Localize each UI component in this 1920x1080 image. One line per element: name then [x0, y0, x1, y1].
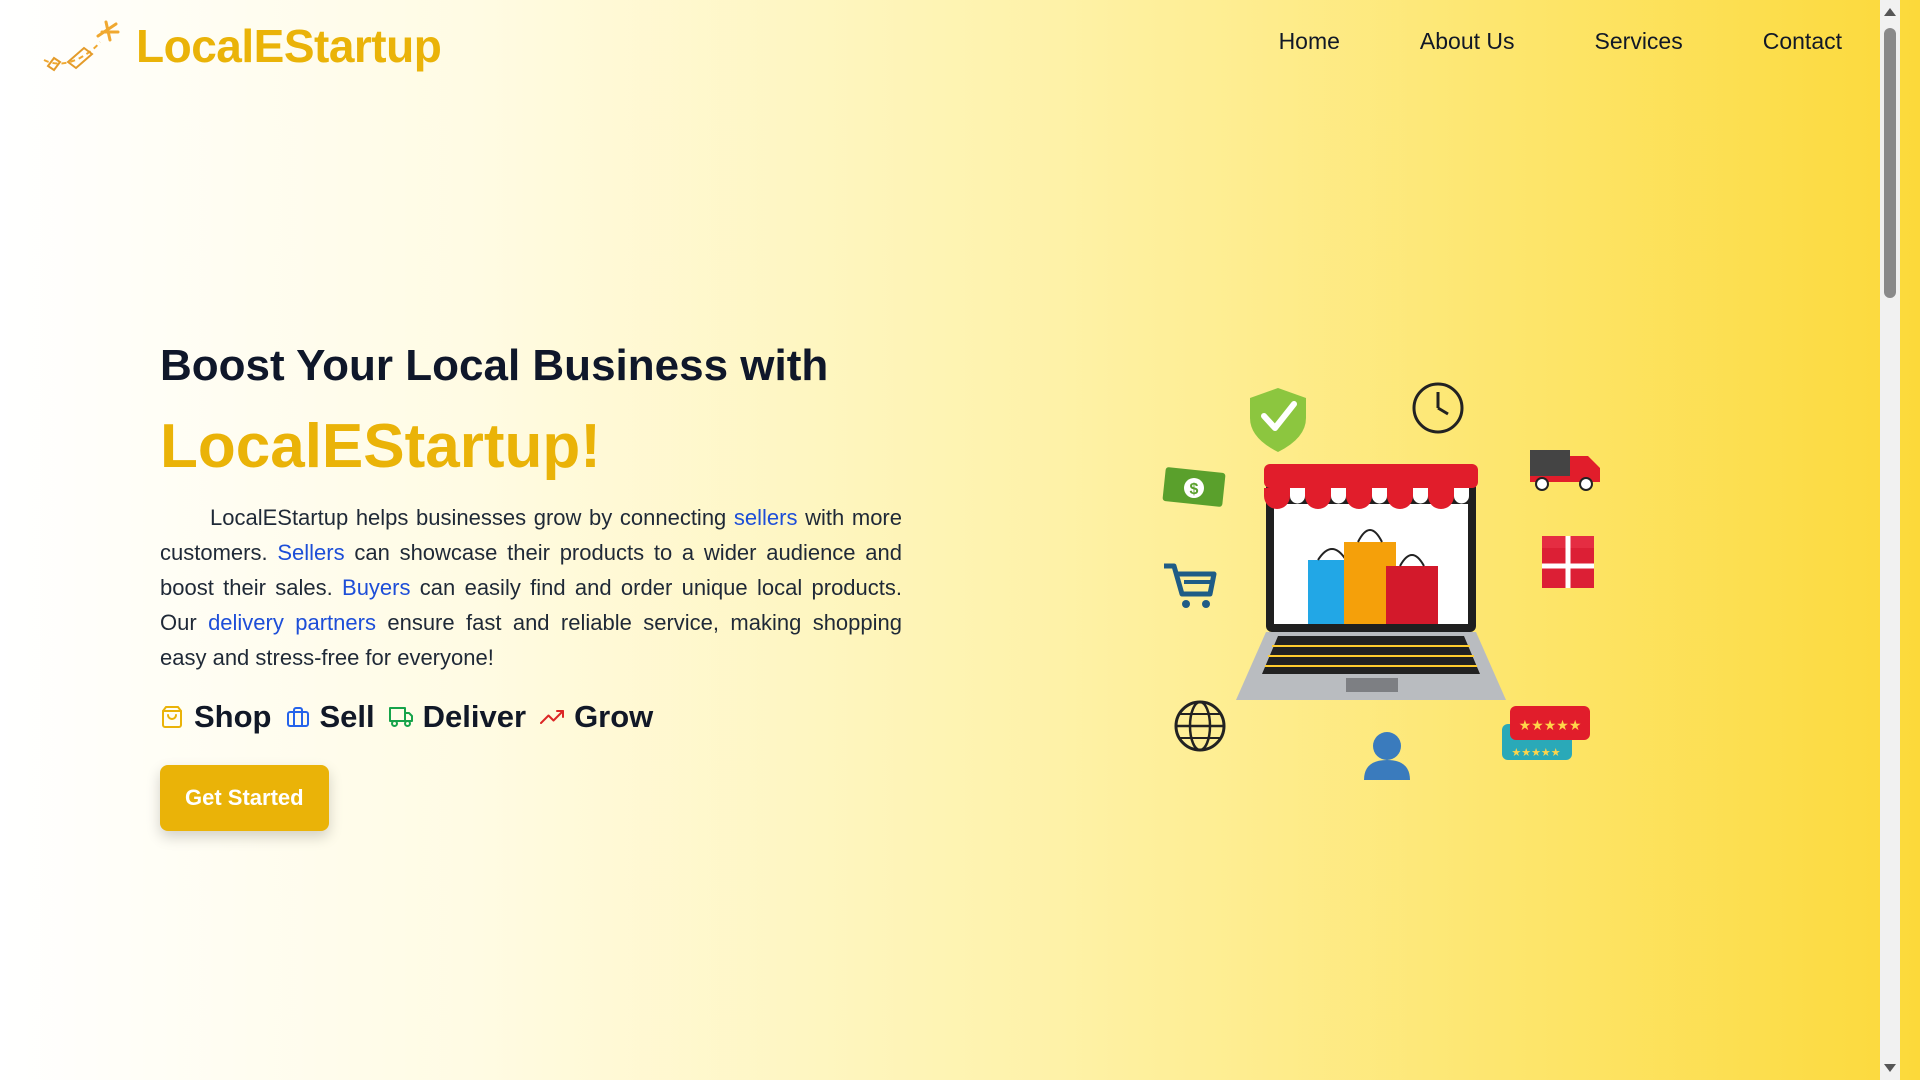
shopping-bag-icon — [162, 706, 182, 729]
brand-name: LocalEStartup — [136, 20, 442, 72]
shield-check-icon — [1250, 388, 1306, 452]
vertical-scrollbar[interactable] — [1880, 0, 1900, 1080]
highlight-delivery-partners: delivery partners — [208, 610, 376, 636]
cart-icon — [1164, 563, 1217, 608]
page: LocalEStartup Home About Us Services Con… — [0, 0, 1900, 1080]
money-icon: $ — [1162, 467, 1226, 507]
scroll-thumb[interactable] — [1884, 28, 1896, 298]
hero-section: Boost Your Local Business with LocalESta… — [160, 340, 902, 832]
nav-services[interactable]: Services — [1595, 28, 1683, 55]
globe-icon — [1174, 700, 1226, 752]
scroll-up-arrow-icon[interactable] — [1884, 8, 1896, 16]
svg-text:$: $ — [1190, 481, 1199, 498]
highlight-buyers: Buyers — [342, 575, 411, 601]
hero-description: LocalEStartup helps businesses grow by c… — [160, 505, 902, 671]
nav-home[interactable]: Home — [1279, 28, 1340, 55]
review-bubbles-icon: ★★★★★ ★★★★★ — [1502, 706, 1590, 760]
ecommerce-illustration: $ ★★★★★ ★★★★★ — [1162, 382, 1600, 780]
feature-deliver: Deliver — [388, 699, 526, 735]
delivery-truck-icon — [1530, 450, 1600, 491]
briefcase-icon — [286, 707, 309, 728]
trending-up-icon — [540, 710, 565, 725]
highlight-sellers: sellers — [733, 505, 798, 531]
hero-brand: LocalEStartup! — [160, 411, 601, 481]
svg-text:★★★★★: ★★★★★ — [1511, 746, 1560, 759]
hero-title: Boost Your Local Business with — [160, 341, 829, 390]
feature-shop: Shop — [160, 699, 272, 735]
logo[interactable]: LocalEStartup — [40, 18, 442, 74]
feature-sell: Sell — [286, 699, 375, 735]
truck-icon — [388, 707, 413, 728]
feature-grow: Grow — [540, 699, 653, 735]
gift-icon — [1542, 536, 1594, 588]
main-nav: Home About Us Services Contact — [1279, 28, 1842, 55]
svg-text:★★★★★: ★★★★★ — [1519, 718, 1582, 734]
nav-contact[interactable]: Contact — [1763, 28, 1842, 55]
feature-list: Shop Sell Deliver Grow — [160, 699, 902, 735]
get-started-button[interactable]: Get Started — [160, 765, 329, 832]
laptop-store-icon — [1236, 464, 1506, 700]
clock-icon — [1412, 382, 1464, 434]
scroll-down-arrow-icon[interactable] — [1884, 1064, 1896, 1072]
nav-about-us[interactable]: About Us — [1420, 28, 1515, 55]
highlight-sellers-2: Sellers — [277, 540, 345, 566]
user-icon — [1364, 732, 1410, 780]
plane-logo-icon — [43, 20, 120, 72]
